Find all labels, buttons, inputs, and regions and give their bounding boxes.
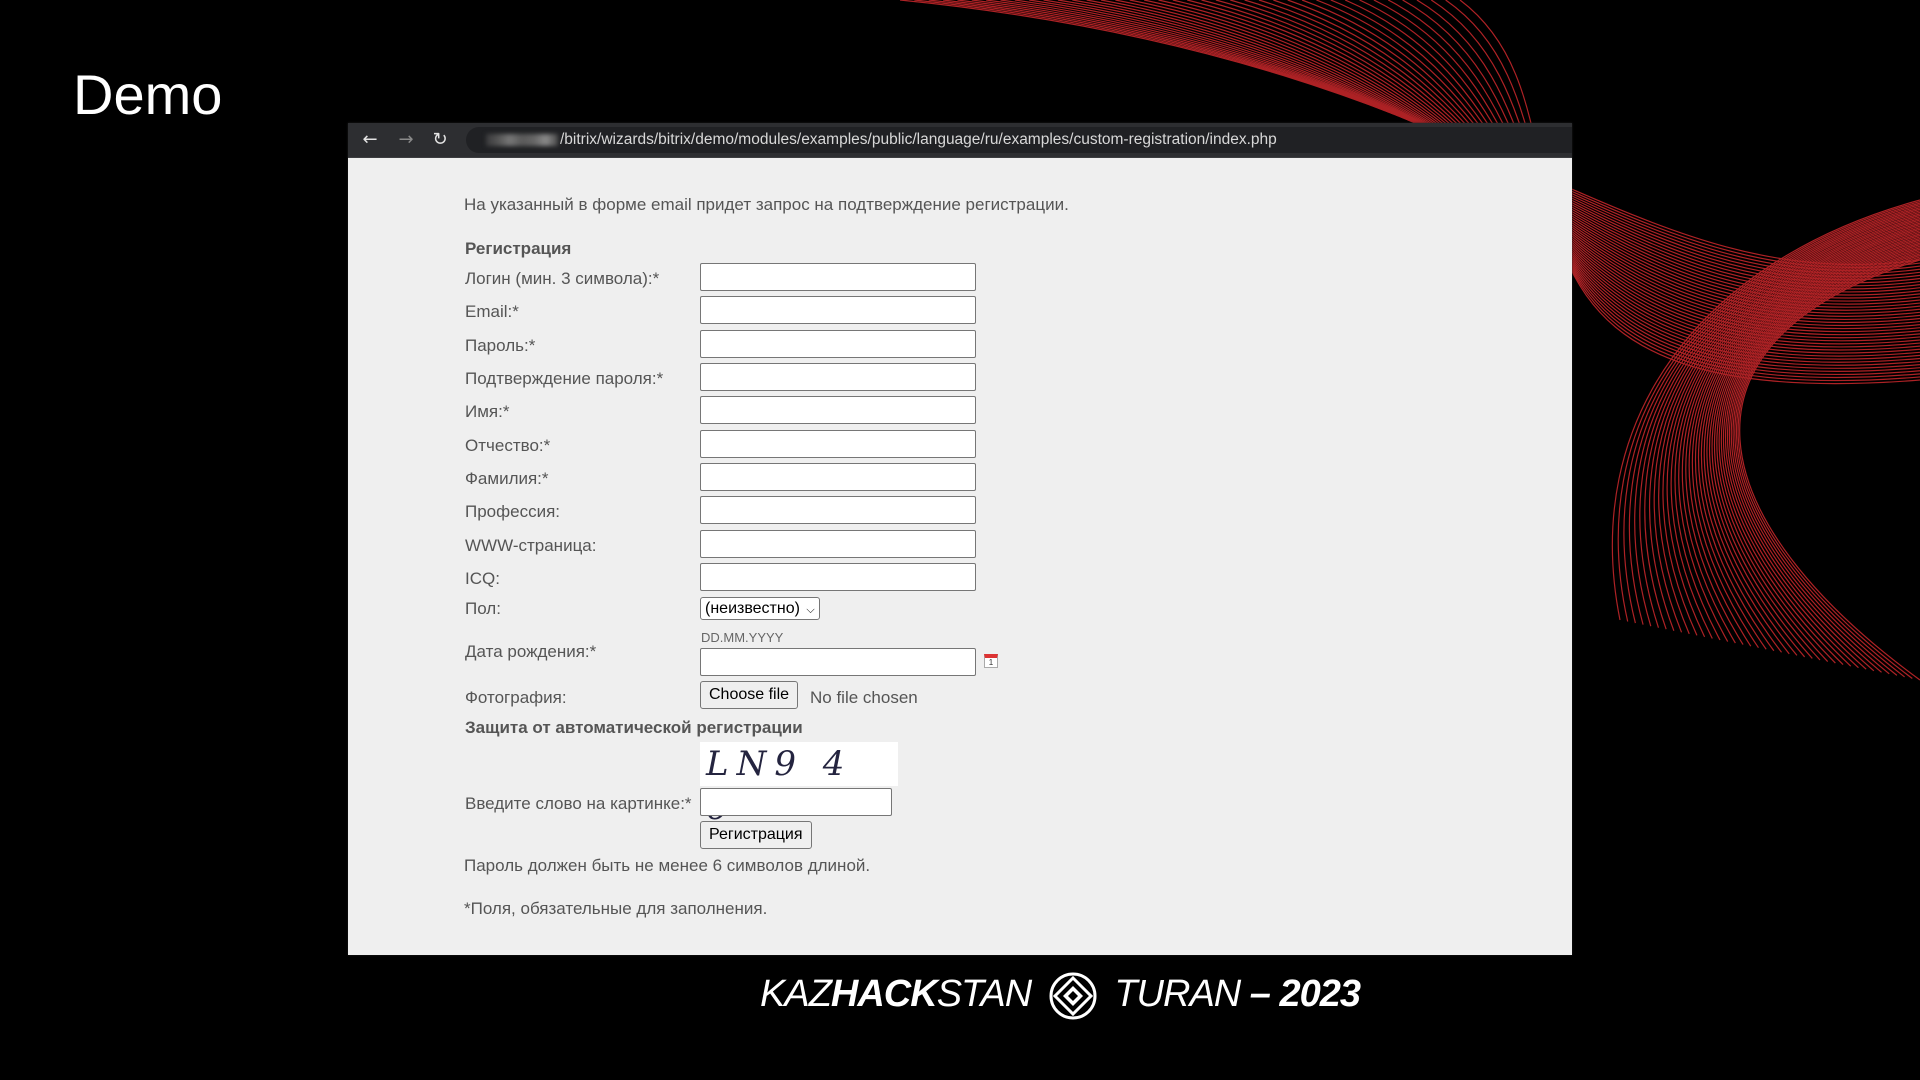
ornament-emblem-icon (1049, 972, 1097, 1020)
redacted-host (486, 133, 558, 146)
forward-arrow-icon[interactable]: → (394, 128, 418, 152)
section-title-captcha: Защита от автоматической регистрации (465, 718, 803, 737)
slide-title: Demo (73, 63, 223, 126)
section-title-registration: Регистрация (465, 239, 572, 258)
captcha-label: Введите слово на картинке:* (465, 794, 692, 813)
last-name-input[interactable] (700, 463, 976, 491)
password-note: Пароль должен быть не менее 6 символов д… (464, 856, 871, 875)
captcha-input[interactable] (700, 788, 892, 816)
file-status: No file chosen (810, 688, 918, 707)
chevron-down-icon: ⌵ (806, 604, 815, 616)
login-label: Логин (мин. 3 символа):* (465, 269, 660, 288)
reload-icon[interactable]: ↻ (428, 128, 452, 152)
birthdate-input[interactable] (700, 648, 976, 676)
browser-window: ← → ↻ /bitrix/wizards/bitrix/demo/module… (348, 123, 1572, 955)
first-name-input[interactable] (700, 396, 976, 424)
password-label: Пароль:* (465, 336, 536, 355)
logo-text-turan: TURAN (1114, 973, 1241, 1016)
confirm-password-input[interactable] (700, 363, 976, 391)
email-label: Email:* (465, 302, 519, 321)
calendar-icon[interactable]: 1 (984, 654, 998, 668)
register-button[interactable]: Регистрация (700, 821, 812, 849)
patronymic-input[interactable] (700, 430, 976, 458)
confirm-password-label: Подтверждение пароля:* (465, 369, 664, 388)
icq-label: ICQ: (465, 569, 500, 588)
logo-text-hack: HACK (830, 973, 938, 1016)
website-input[interactable] (700, 530, 976, 558)
browser-toolbar: ← → ↻ /bitrix/wizards/bitrix/demo/module… (348, 123, 1572, 158)
address-bar[interactable]: /bitrix/wizards/bitrix/demo/modules/exam… (466, 127, 1572, 153)
url-text: /bitrix/wizards/bitrix/demo/modules/exam… (560, 131, 1277, 148)
required-note: *Поля, обязательные для заполнения. (464, 899, 768, 918)
profession-label: Профессия: (465, 502, 560, 521)
birthdate-label: Дата рождения:* (465, 642, 597, 661)
gender-select[interactable]: (неизвестно) ⌵ (700, 597, 820, 620)
captcha-image: LN9 4 6 (700, 742, 898, 828)
photo-label: Фотография: (465, 688, 567, 707)
patronymic-label: Отчество:* (465, 436, 551, 455)
logo-text-stan: STAN (936, 973, 1033, 1016)
first-name-label: Имя:* (465, 402, 510, 421)
logo-text-kaz: KAZ (760, 973, 832, 1016)
logo-year: 2023 (1279, 973, 1362, 1016)
registration-form: На указанный в форме email придет запрос… (464, 157, 1572, 955)
website-label: WWW-страница: (465, 536, 597, 555)
email-input[interactable] (700, 296, 976, 324)
logo-separator: – (1249, 973, 1271, 1016)
login-input[interactable] (700, 263, 976, 291)
profession-input[interactable] (700, 496, 976, 524)
date-format-hint: DD.MM.YYYY (701, 630, 784, 645)
form-notice: На указанный в форме email придет запрос… (464, 195, 1069, 214)
last-name-label: Фамилия:* (465, 469, 549, 488)
gender-label: Пол: (465, 599, 501, 618)
gender-selected: (неизвестно) (705, 600, 800, 617)
icq-input[interactable] (700, 563, 976, 591)
password-input[interactable] (700, 330, 976, 358)
event-logo: KAZHACKSTAN TURAN – 2023 (760, 972, 1362, 1020)
back-arrow-icon[interactable]: ← (358, 128, 382, 152)
choose-file-button[interactable]: Choose file (700, 681, 799, 709)
